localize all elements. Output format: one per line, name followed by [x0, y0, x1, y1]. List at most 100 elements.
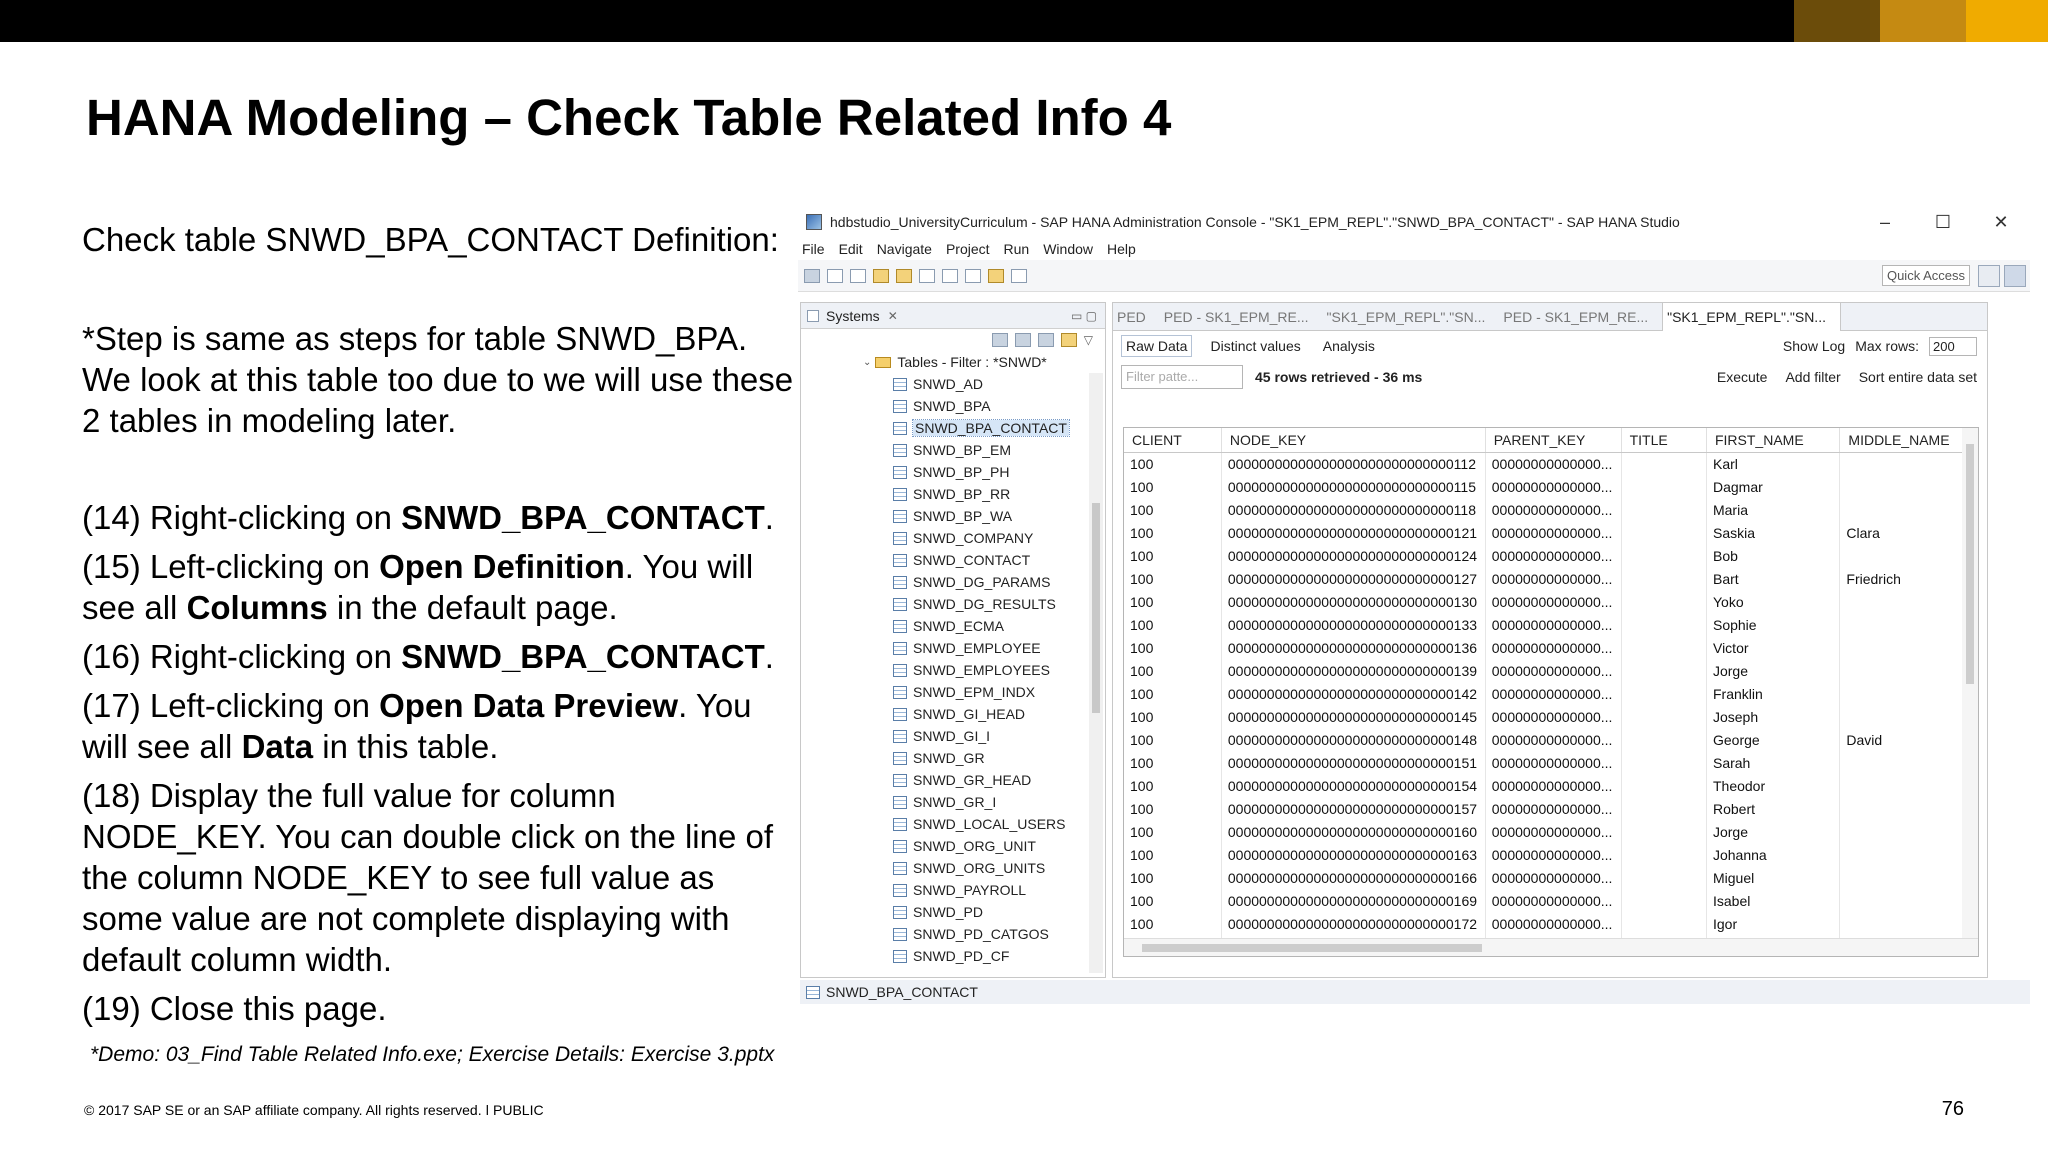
tree-item[interactable]: SNWD_ECMA: [863, 615, 1105, 637]
table-cell[interactable]: [1621, 866, 1707, 889]
table-cell[interactable]: 100: [1124, 682, 1222, 705]
column-header[interactable]: MIDDLE_NAME: [1839, 428, 1978, 453]
tab-systems[interactable]: Systems: [826, 308, 880, 324]
table-cell[interactable]: [1621, 498, 1707, 521]
forward-icon[interactable]: [1011, 268, 1027, 283]
table-cell[interactable]: 00000000000000000000000000000127: [1221, 567, 1486, 590]
column-header[interactable]: CLIENT: [1124, 428, 1222, 453]
tree-item[interactable]: SNWD_PD_CF: [863, 945, 1105, 967]
collapse-icon[interactable]: [1014, 333, 1031, 347]
table-cell[interactable]: Clara: [1839, 521, 1978, 544]
table-cell[interactable]: 00000000000000...: [1485, 751, 1622, 774]
tree-item[interactable]: SNWD_PD_CATGOS: [863, 923, 1105, 945]
table-cell[interactable]: 00000000000000...: [1485, 521, 1622, 544]
table-cell[interactable]: [1621, 728, 1707, 751]
table-cell[interactable]: 00000000000000...: [1485, 866, 1622, 889]
table-cell[interactable]: [1621, 544, 1707, 567]
table-cell[interactable]: 00000000000000...: [1485, 843, 1622, 866]
properties-icon[interactable]: [919, 268, 935, 283]
table-cell[interactable]: [1621, 843, 1707, 866]
tree-item[interactable]: SNWD_GR: [863, 747, 1105, 769]
table-row[interactable]: 100 00000000000000000000000000000151 00000…: [1124, 751, 1978, 774]
table-cell[interactable]: Sarah: [1706, 751, 1841, 774]
table-cell[interactable]: [1839, 636, 1978, 659]
table-row[interactable]: 100 00000000000000000000000000000139 00000…: [1124, 659, 1978, 682]
editor-tab-2[interactable]: PED - SK1_EPM_RE...: [1160, 309, 1323, 325]
max-rows-input[interactable]: 200: [1929, 336, 1977, 356]
table-cell[interactable]: 100: [1124, 659, 1222, 682]
table-cell[interactable]: Jorge: [1706, 820, 1841, 843]
tree-item[interactable]: SNWD_LOCAL_USERS: [863, 813, 1105, 835]
table-cell[interactable]: [1621, 659, 1707, 682]
table-row[interactable]: 100 00000000000000000000000000000133 00000…: [1124, 613, 1978, 636]
table-row[interactable]: 100 00000000000000000000000000000118 00000…: [1124, 498, 1978, 521]
table-cell[interactable]: [1839, 705, 1978, 728]
table-cell[interactable]: [1839, 843, 1978, 866]
tree-item[interactable]: SNWD_GI_I: [863, 725, 1105, 747]
table-cell[interactable]: [1621, 889, 1707, 912]
table-cell[interactable]: [1621, 613, 1707, 636]
table-cell[interactable]: 100: [1124, 521, 1222, 544]
table-cell[interactable]: [1839, 659, 1978, 682]
table-cell[interactable]: 00000000000000000000000000000118: [1221, 498, 1486, 521]
view-menu-icon[interactable]: ▽: [1084, 333, 1093, 347]
table-cell[interactable]: [1621, 521, 1707, 544]
table-cell[interactable]: Bob: [1706, 544, 1841, 567]
table-cell[interactable]: 00000000000000000000000000000172: [1221, 912, 1486, 935]
table-cell[interactable]: Karl: [1706, 452, 1841, 475]
wizard-icon[interactable]: [896, 268, 912, 283]
table-cell[interactable]: 00000000000000...: [1485, 452, 1622, 475]
admin-perspective-icon[interactable]: [2004, 264, 2026, 287]
link-icon[interactable]: [1037, 333, 1054, 347]
table-cell[interactable]: Johanna: [1706, 843, 1841, 866]
tree-item[interactable]: SNWD_AD: [863, 373, 1105, 395]
maximize-button[interactable]: ☐: [1914, 212, 1972, 233]
table-cell[interactable]: 00000000000000000000000000000145: [1221, 705, 1486, 728]
table-cell[interactable]: [1621, 751, 1707, 774]
table-cell[interactable]: [1839, 544, 1978, 567]
table-cell[interactable]: 00000000000000...: [1485, 682, 1622, 705]
table-cell[interactable]: Dagmar: [1706, 475, 1841, 498]
table-cell[interactable]: [1839, 682, 1978, 705]
table-cell[interactable]: 100: [1124, 728, 1222, 751]
table-cell[interactable]: 100: [1124, 613, 1222, 636]
table-cell[interactable]: [1621, 912, 1707, 935]
editor-tab-active[interactable]: "SK1_EPM_REPL"."SN...: [1662, 302, 1841, 331]
table-cell[interactable]: Igor: [1706, 912, 1841, 935]
table-row[interactable]: 100 00000000000000000000000000000163 00000…: [1124, 843, 1978, 866]
table-cell[interactable]: 00000000000000...: [1485, 590, 1622, 613]
table-cell[interactable]: 00000000000000000000000000000151: [1221, 751, 1486, 774]
table-cell[interactable]: 00000000000000...: [1485, 613, 1622, 636]
minimize-panel-icon[interactable]: ▭ ▢: [1071, 309, 1097, 323]
table-cell[interactable]: 00000000000000000000000000000166: [1221, 866, 1486, 889]
tables-folder[interactable]: ⌄ Tables - Filter : *SNWD*: [863, 351, 1105, 373]
table-row[interactable]: 100 00000000000000000000000000000142 00000…: [1124, 682, 1978, 705]
tree-item[interactable]: SNWD_EMPLOYEE: [863, 637, 1105, 659]
menu-file[interactable]: File: [802, 241, 825, 257]
tree-item[interactable]: SNWD_PAYROLL: [863, 879, 1105, 901]
table-cell[interactable]: 00000000000000000000000000000160: [1221, 820, 1486, 843]
table-cell[interactable]: 00000000000000000000000000000154: [1221, 774, 1486, 797]
tree-item[interactable]: SNWD_DG_RESULTS: [863, 593, 1105, 615]
close-tab-icon[interactable]: ✕: [888, 309, 898, 323]
table-cell[interactable]: [1839, 613, 1978, 636]
table-cell[interactable]: 00000000000000000000000000000169: [1221, 889, 1486, 912]
table-cell[interactable]: Maria: [1706, 498, 1841, 521]
table-cell[interactable]: 00000000000000000000000000000148: [1221, 728, 1486, 751]
menu-navigate[interactable]: Navigate: [877, 241, 932, 257]
table-cell[interactable]: 00000000000000...: [1485, 797, 1622, 820]
table-row[interactable]: 100 00000000000000000000000000000112 00000…: [1124, 452, 1978, 475]
quick-access-input[interactable]: Quick Access: [1881, 265, 1970, 286]
column-header[interactable]: FIRST_NAME: [1706, 428, 1841, 453]
open-folder-icon[interactable]: [873, 268, 889, 283]
tree-item[interactable]: SNWD_BP_RR: [863, 483, 1105, 505]
grid-horizontal-scrollbar[interactable]: [1124, 938, 1978, 956]
table-cell[interactable]: 00000000000000...: [1485, 912, 1622, 935]
table-cell[interactable]: 00000000000000...: [1485, 889, 1622, 912]
table-cell[interactable]: 00000000000000000000000000000115: [1221, 475, 1486, 498]
filter-icon[interactable]: [1060, 333, 1077, 347]
table-cell[interactable]: [1621, 567, 1707, 590]
minimize-button[interactable]: –: [1856, 212, 1914, 233]
tree-item[interactable]: SNWD_BP_WA: [863, 505, 1105, 527]
table-cell[interactable]: 100: [1124, 751, 1222, 774]
